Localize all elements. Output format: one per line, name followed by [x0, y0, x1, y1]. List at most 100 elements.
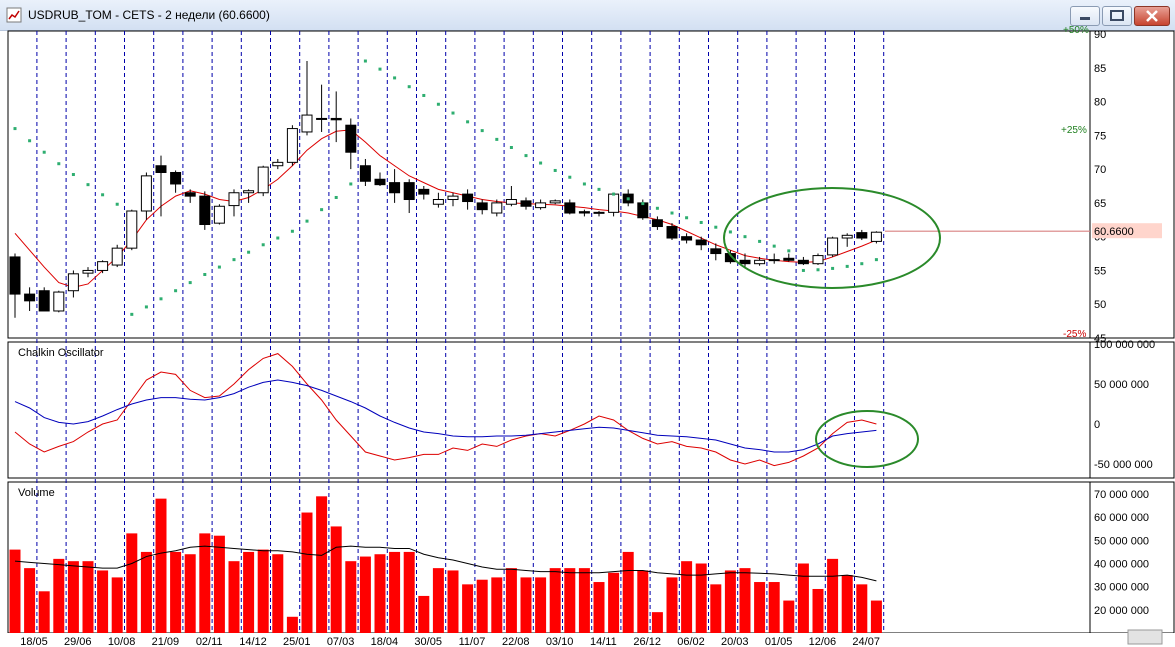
volume-bar: [447, 570, 459, 633]
sar-dot: [831, 266, 835, 270]
candle-up: [286, 128, 298, 163]
volume-bar: [155, 498, 167, 633]
sar-dot: [217, 265, 221, 269]
candle-down: [389, 182, 401, 194]
sar-dot: [685, 216, 689, 220]
candle-up: [301, 114, 313, 133]
last-price-label: 60.6600: [1094, 226, 1134, 238]
candle-down: [710, 248, 722, 255]
volume-bar: [827, 558, 839, 633]
chart-area[interactable]: 18/05 29/06 10/08 21/09 02/11 14/12 25/01 07/03…: [0, 0, 1175, 647]
x-tick-label: 14/12: [239, 636, 267, 647]
candle-down: [578, 211, 590, 214]
volume-title: Volume: [18, 487, 55, 499]
candle-down: [666, 226, 678, 239]
price-y-tick-label: 85: [1094, 63, 1106, 75]
volume-bar: [403, 551, 415, 633]
volume-bar: [82, 561, 94, 633]
candle-up: [505, 199, 517, 205]
sar-dot: [874, 258, 878, 262]
candle-down: [9, 256, 21, 295]
volume-bar: [783, 600, 795, 633]
volume-bar: [637, 570, 649, 633]
volume-bar: [578, 568, 590, 633]
x-tick-label: 03/10: [546, 636, 574, 647]
sar-dot: [480, 129, 484, 133]
sar-dot: [466, 120, 470, 124]
sar-dot: [422, 93, 426, 97]
volume-bar: [754, 582, 766, 633]
sar-dot: [816, 268, 820, 272]
sar-dot: [290, 229, 294, 233]
sar-dot: [801, 268, 805, 272]
volume-bar: [841, 575, 853, 633]
candle-up: [272, 161, 284, 167]
sar-dot: [42, 150, 46, 154]
candle-down: [637, 202, 649, 219]
volume-bar: [301, 512, 313, 633]
candle-down: [199, 195, 211, 226]
percent-label-minus25: -25%: [1063, 329, 1086, 340]
volume-bar: [359, 556, 371, 633]
volume-bar: [184, 554, 196, 633]
candle-down: [155, 165, 167, 173]
volume-bar: [126, 533, 138, 633]
candle-down: [783, 257, 795, 261]
sar-dot: [349, 182, 353, 186]
candle-up: [535, 202, 547, 209]
sar-dot: [699, 220, 703, 224]
price-y-tick-label: 70: [1094, 164, 1106, 176]
candle-up: [97, 261, 109, 271]
sar-dot: [451, 111, 455, 115]
volume-bar: [418, 595, 430, 633]
sar-dot: [334, 195, 338, 199]
candle-down: [856, 232, 868, 239]
candle-up: [213, 205, 225, 224]
volume-bar: [768, 582, 780, 633]
candle-up: [67, 273, 79, 292]
volume-bar: [476, 579, 488, 633]
candle-up: [491, 202, 503, 214]
sar-dot: [393, 76, 397, 80]
sar-dot: [641, 202, 645, 206]
volume-bar: [710, 584, 722, 633]
sar-dot: [597, 187, 601, 191]
volume-y-tick-label: 40 000 000: [1094, 559, 1149, 571]
volume-bar: [462, 584, 474, 633]
volume-bar: [622, 551, 634, 633]
price-y-tick-label: 50: [1094, 299, 1106, 311]
x-tick-label: 29/06: [64, 636, 92, 647]
chaikin-panel: [7, 341, 1091, 479]
volume-bar: [111, 577, 123, 633]
candle-down: [24, 293, 36, 302]
sar-dot: [655, 206, 659, 210]
candle-up: [257, 166, 269, 194]
percent-label-plus50: +50%: [1063, 25, 1089, 36]
candle-down: [520, 200, 532, 207]
volume-bar: [505, 568, 517, 633]
candle-up: [432, 199, 444, 205]
volume-bar: [681, 561, 693, 633]
sar-dot: [407, 85, 411, 89]
volume-y-tick-label: 30 000 000: [1094, 582, 1149, 594]
volume-bar: [549, 568, 561, 633]
sar-dot: [612, 192, 616, 196]
sar-dot: [524, 154, 528, 158]
price-y-tick-label: 75: [1094, 130, 1106, 142]
scroll-handle[interactable]: [1127, 629, 1163, 645]
volume-bar: [272, 554, 284, 633]
volume-bar: [374, 554, 386, 633]
sar-dot: [28, 139, 32, 143]
candle-up: [549, 200, 561, 204]
candle-up: [608, 193, 620, 213]
candle-up: [228, 192, 240, 207]
sar-dot: [787, 249, 791, 253]
volume-y-tick-label: 70 000 000: [1094, 489, 1149, 501]
volume-bar: [330, 526, 342, 633]
volume-bar: [520, 577, 532, 633]
sar-dot: [436, 102, 440, 106]
candle-down: [359, 165, 371, 182]
sar-dot: [626, 197, 630, 201]
sar-dot: [130, 312, 134, 316]
candle-up: [593, 211, 605, 214]
